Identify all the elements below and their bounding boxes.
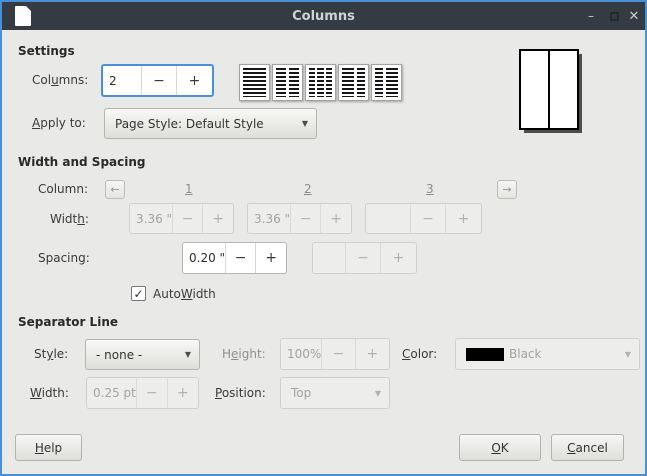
spacing-2-increment-button: + — [381, 243, 416, 273]
width-1-decrement-button: − — [173, 204, 203, 233]
position-value: Top — [291, 386, 375, 400]
apply-to-dropdown[interactable]: Page Style: Default Style ▼ — [104, 108, 317, 139]
chevron-down-icon: ▼ — [302, 119, 308, 128]
color-label: Color: — [402, 347, 437, 361]
chevron-down-icon: ▼ — [625, 350, 631, 359]
height-value: 100% — [281, 339, 322, 369]
two-columns-icon — [289, 68, 299, 97]
chevron-down-icon: ▼ — [375, 389, 381, 398]
column-number-2: 2 — [304, 182, 312, 196]
column-number-1: 1 — [185, 182, 193, 196]
columns-spinner[interactable]: 2 − + — [101, 64, 214, 97]
style-label: Style: — [34, 347, 68, 361]
height-decrement-button: − — [322, 339, 355, 369]
separator-width-spinner: 0.25 pt − + — [86, 377, 199, 409]
position-label: Position: — [215, 386, 266, 400]
width-2-spinner: 3.36 " − + — [247, 203, 352, 234]
height-label: Height: — [222, 347, 266, 361]
separator-width-decrement-button: − — [137, 378, 168, 408]
arrow-left-icon: ← — [110, 183, 119, 196]
spacing-2-spinner: − + — [312, 242, 417, 274]
autowidth-checkbox[interactable]: ✓ — [131, 286, 146, 301]
close-icon: ✕ — [629, 9, 640, 24]
width-1-increment-button: + — [203, 204, 233, 233]
style-dropdown[interactable]: - none - ▼ — [85, 339, 200, 370]
columns-decrement-button[interactable]: − — [142, 66, 177, 95]
ok-button[interactable]: OK — [459, 434, 541, 461]
width-2-value: 3.36 " — [248, 204, 291, 233]
minimize-icon: – — [588, 9, 594, 23]
spacing-1-value[interactable]: 0.20 " — [183, 243, 226, 273]
preset-three-columns-button[interactable] — [305, 64, 336, 101]
right-wider-icon — [386, 68, 398, 97]
columns-label: Columns: — [32, 73, 88, 87]
titlebar[interactable]: Columns – ✕ — [2, 2, 645, 30]
help-button[interactable]: Help — [15, 434, 82, 461]
style-value: - none - — [96, 348, 185, 362]
preset-right-wider-button[interactable] — [371, 64, 402, 101]
next-column-button[interactable]: → — [497, 180, 517, 199]
separator-width-label: Width: — [30, 386, 69, 400]
one-column-icon — [243, 68, 266, 97]
separator-width-value: 0.25 pt — [87, 378, 137, 408]
spacing-2-decrement-button: − — [346, 243, 381, 273]
preset-one-column-button[interactable] — [239, 64, 270, 101]
width-1-value: 3.36 " — [130, 204, 173, 233]
width-3-increment-button: + — [446, 204, 481, 233]
columns-preview — [519, 49, 579, 130]
left-wider-icon — [342, 68, 354, 97]
check-icon: ✓ — [133, 287, 143, 301]
spacing-1-spinner[interactable]: 0.20 " − + — [182, 242, 287, 274]
position-dropdown: Top ▼ — [280, 377, 390, 409]
spacing-label: Spacing: — [38, 251, 90, 265]
columns-spinner-value[interactable]: 2 — [103, 66, 142, 95]
autowidth-label[interactable]: AutoWidth — [153, 287, 216, 301]
width-spacing-header: Width and Spacing — [18, 155, 146, 169]
width-1-spinner: 3.36 " − + — [129, 203, 234, 234]
preset-two-columns-button[interactable] — [272, 64, 303, 101]
close-button[interactable]: ✕ — [623, 2, 645, 30]
columns-dialog: Columns – ✕ Settings Columns: 2 − + Appl… — [0, 0, 647, 476]
width-label: Width: — [50, 212, 89, 226]
width-2-increment-button: + — [321, 204, 351, 233]
spacing-1-decrement-button[interactable]: − — [226, 243, 256, 273]
cancel-button[interactable]: Cancel — [551, 434, 624, 461]
separator-width-increment-button: + — [168, 378, 199, 408]
column-number-3: 3 — [426, 182, 434, 196]
previous-column-button[interactable]: ← — [105, 180, 125, 199]
color-value: Black — [509, 347, 625, 361]
maximize-button[interactable] — [603, 2, 625, 30]
window-title: Columns — [2, 9, 645, 24]
spacing-1-increment-button[interactable]: + — [256, 243, 286, 273]
spacing-2-value — [313, 243, 346, 273]
height-spinner: 100% − + — [280, 338, 390, 370]
color-swatch — [466, 348, 504, 361]
settings-header: Settings — [18, 44, 75, 58]
width-3-value — [366, 204, 411, 233]
width-2-decrement-button: − — [291, 204, 321, 233]
column-label: Column: — [38, 182, 88, 196]
apply-to-label: Apply to: — [32, 116, 86, 130]
apply-to-value: Page Style: Default Style — [115, 117, 302, 131]
width-3-decrement-button: − — [411, 204, 446, 233]
separator-line-header: Separator Line — [18, 315, 118, 329]
preset-left-wider-button[interactable] — [338, 64, 369, 101]
chevron-down-icon: ▼ — [185, 350, 191, 359]
arrow-right-icon: → — [502, 183, 511, 196]
height-increment-button: + — [356, 339, 389, 369]
width-3-spinner: − + — [365, 203, 482, 234]
three-columns-icon — [317, 68, 323, 97]
columns-increment-button[interactable]: + — [177, 66, 212, 95]
minimize-button[interactable]: – — [580, 2, 602, 30]
maximize-icon — [610, 12, 619, 21]
color-dropdown: Black ▼ — [455, 338, 640, 370]
